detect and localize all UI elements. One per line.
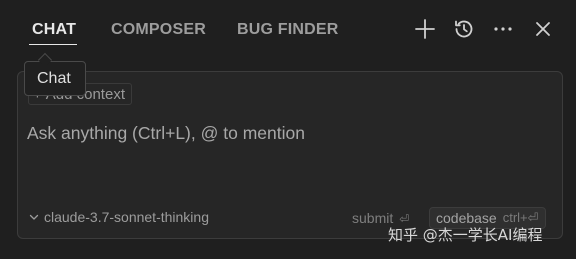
chevron-down-icon: [29, 214, 39, 220]
tooltip-text: Chat: [37, 70, 71, 87]
more-icon[interactable]: [491, 17, 515, 41]
close-icon[interactable]: [531, 17, 555, 41]
chat-input-panel: + Add context claude-3.7-sonnet-thinking…: [17, 71, 563, 239]
tooltip: Chat: [24, 61, 86, 96]
model-selector[interactable]: claude-3.7-sonnet-thinking: [28, 209, 209, 225]
tab-bug-finder[interactable]: BUG FINDER: [237, 21, 339, 39]
prompt-input[interactable]: [27, 121, 547, 145]
history-icon[interactable]: [452, 17, 476, 41]
tab-chat[interactable]: CHAT: [32, 21, 76, 39]
tab-composer[interactable]: COMPOSER: [111, 21, 206, 39]
header-tabs: CHAT COMPOSER BUG FINDER: [0, 0, 576, 58]
active-tab-underline: [29, 44, 77, 45]
watermark: 知乎 @杰一学长AI编程: [388, 226, 543, 244]
plus-icon[interactable]: [413, 17, 437, 41]
model-name: claude-3.7-sonnet-thinking: [44, 209, 209, 225]
